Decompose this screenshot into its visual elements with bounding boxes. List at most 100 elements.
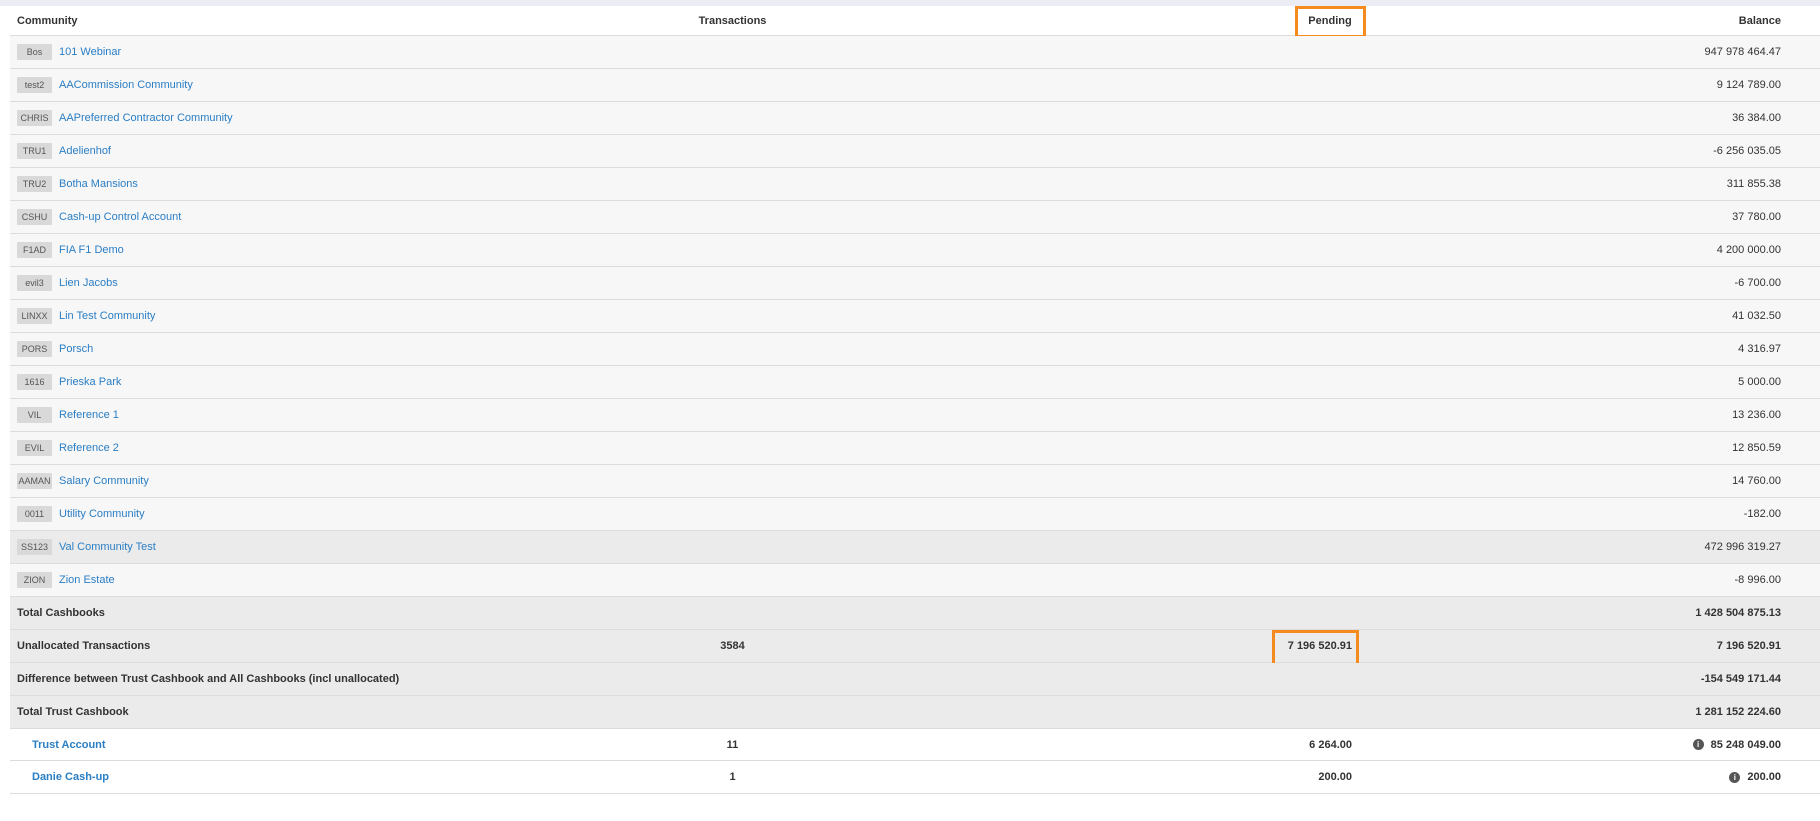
account-link[interactable]: Danie Cash-up [17, 771, 109, 783]
table-header-row: Community Transactions Pending Balance [10, 6, 1820, 38]
header-community[interactable]: Community [17, 6, 78, 35]
table-row: TRU1 Adelienhof -6 256 035.05 [10, 135, 1820, 168]
community-code-badge: 1616 [17, 374, 52, 390]
cashbook-summary-page: Community Transactions Pending Balance B… [0, 0, 1820, 821]
community-code-badge: CSHU [17, 209, 52, 225]
community-link[interactable]: Lin Test Community [59, 310, 155, 322]
community-link[interactable]: Lien Jacobs [59, 277, 118, 289]
table-row: evil3 Lien Jacobs -6 700.00 [10, 267, 1820, 300]
community-link[interactable]: Zion Estate [59, 574, 115, 586]
community-cell: SS123 Val Community Test [17, 531, 156, 563]
table-row: EVIL Reference 2 12 850.59 [10, 432, 1820, 465]
community-link[interactable]: AAPreferred Contractor Community [59, 112, 233, 124]
info-icon[interactable]: i [1729, 771, 1741, 783]
community-balance: 311 855.38 [1726, 178, 1781, 190]
info-icon[interactable]: i [1692, 739, 1704, 750]
table-row: AAMAN Salary Community 14 760.00 [10, 465, 1820, 498]
community-link[interactable]: FIA F1 Demo [59, 244, 124, 256]
table-row: PORS Porsch 4 316.97 [10, 333, 1820, 366]
community-link[interactable]: Porsch [59, 343, 93, 355]
account-balance: 85 248 049.00 [1710, 738, 1781, 751]
account-transactions: 1 [729, 771, 736, 783]
total-trust-row: Total Trust Cashbook 1 281 152 224.60 [10, 696, 1820, 729]
community-cell: evil3 Lien Jacobs [17, 267, 118, 299]
community-link[interactable]: Adelienhof [59, 145, 111, 157]
account-pending: 6 264.00 [1309, 738, 1352, 751]
community-link[interactable]: Cash-up Control Account [59, 211, 181, 223]
community-cell: TRU2 Botha Mansions [17, 168, 138, 200]
pending-value-highlight [1272, 630, 1359, 667]
table-row: F1AD FIA F1 Demo 4 200 000.00 [10, 234, 1820, 267]
community-code-badge: TRU1 [17, 143, 52, 159]
community-code-badge: F1AD [17, 242, 52, 258]
community-cell: PORS Porsch [17, 333, 93, 365]
total-cashbooks-balance: 1 428 504 875.13 [1695, 607, 1781, 619]
account-row: Danie Cash-up 1 200.00 i 200.00 [10, 761, 1820, 794]
account-link[interactable]: Trust Account [17, 739, 106, 751]
community-link[interactable]: Reference 2 [59, 442, 119, 454]
community-balance: 36 384.00 [1732, 112, 1781, 124]
community-balance: -6 256 035.05 [1713, 145, 1781, 157]
header-transactions[interactable]: Transactions [660, 6, 805, 35]
community-cell: AAMAN Salary Community [17, 465, 149, 497]
table-row: Bos 101 Webinar 947 978 464.47 [10, 36, 1820, 69]
community-rows: Bos 101 Webinar 947 978 464.47 test2 AACommi… [10, 36, 1820, 597]
community-link[interactable]: Val Community Test [59, 541, 156, 553]
community-cell: EVIL Reference 2 [17, 432, 119, 464]
table-row: ZION Zion Estate -8 996.00 [10, 564, 1820, 597]
community-balance: 14 760.00 [1732, 475, 1781, 487]
pending-header-highlight [1295, 6, 1366, 38]
community-link[interactable]: Reference 1 [59, 409, 119, 421]
community-code-badge: SS123 [17, 539, 52, 555]
community-code-badge: ZION [17, 572, 52, 588]
table-row: CSHU Cash-up Control Account 37 780.00 [10, 201, 1820, 234]
community-balance: 9 124 789.00 [1716, 79, 1781, 91]
unallocated-row: Unallocated Transactions 3584 7 196 520.… [10, 630, 1820, 667]
community-link[interactable]: Utility Community [59, 508, 145, 520]
table-row: VIL Reference 1 13 236.00 [10, 399, 1820, 432]
account-transactions: 11 [726, 738, 739, 751]
community-code-badge: VIL [17, 407, 52, 423]
unallocated-label: Unallocated Transactions [17, 640, 151, 652]
table-row: 1616 Prieska Park 5 000.00 [10, 366, 1820, 399]
community-link[interactable]: AACommission Community [59, 79, 193, 91]
community-cell: 0011 Utility Community [17, 498, 145, 530]
community-cell: F1AD FIA F1 Demo [17, 234, 124, 266]
community-link[interactable]: Prieska Park [59, 376, 121, 388]
table-row: test2 AACommission Community 9 124 789.00 [10, 69, 1820, 102]
community-cell: VIL Reference 1 [17, 399, 119, 431]
community-balance: 37 780.00 [1732, 211, 1781, 223]
community-code-badge: 0011 [17, 506, 52, 522]
community-cell: 1616 Prieska Park [17, 366, 121, 398]
community-code-badge: test2 [17, 77, 52, 93]
community-balance: 947 978 464.47 [1704, 46, 1781, 58]
community-link[interactable]: Botha Mansions [59, 178, 138, 190]
table-row: 0011 Utility Community -182.00 [10, 498, 1820, 531]
difference-label: Difference between Trust Cashbook and Al… [17, 673, 400, 685]
community-balance: 5 000.00 [1738, 376, 1781, 388]
community-link[interactable]: Salary Community [59, 475, 149, 487]
community-code-badge: PORS [17, 341, 52, 357]
community-link[interactable]: 101 Webinar [59, 46, 121, 58]
community-balance: -182.00 [1743, 508, 1781, 520]
total-cashbooks-label: Total Cashbooks [17, 607, 105, 619]
account-row: Trust Account 11 6 264.00 i 85 248 049.00 [10, 729, 1820, 761]
cashbook-table: Community Transactions Pending Balance B… [10, 6, 1820, 794]
account-balance: 200.00 [1747, 771, 1781, 783]
community-balance: 13 236.00 [1732, 409, 1781, 421]
total-cashbooks-row: Total Cashbooks 1 428 504 875.13 [10, 597, 1820, 630]
unallocated-balance: 7 196 520.91 [1716, 640, 1781, 652]
community-code-badge: LINXX [17, 308, 52, 324]
header-balance[interactable]: Balance [1739, 6, 1781, 35]
table-row: SS123 Val Community Test 472 996 319.27 [10, 531, 1820, 564]
community-balance: 12 850.59 [1732, 442, 1781, 454]
account-cell: Trust Account [17, 729, 106, 760]
community-code-badge: EVIL [17, 440, 52, 456]
account-balance-cell: i 85 248 049.00 [1692, 729, 1781, 760]
community-code-badge: Bos [17, 44, 52, 60]
community-cell: CSHU Cash-up Control Account [17, 201, 181, 233]
community-cell: ZION Zion Estate [17, 564, 115, 596]
community-code-badge: AAMAN [17, 473, 52, 489]
community-cell: CHRIS AAPreferred Contractor Community [17, 102, 233, 134]
community-cell: LINXX Lin Test Community [17, 300, 155, 332]
